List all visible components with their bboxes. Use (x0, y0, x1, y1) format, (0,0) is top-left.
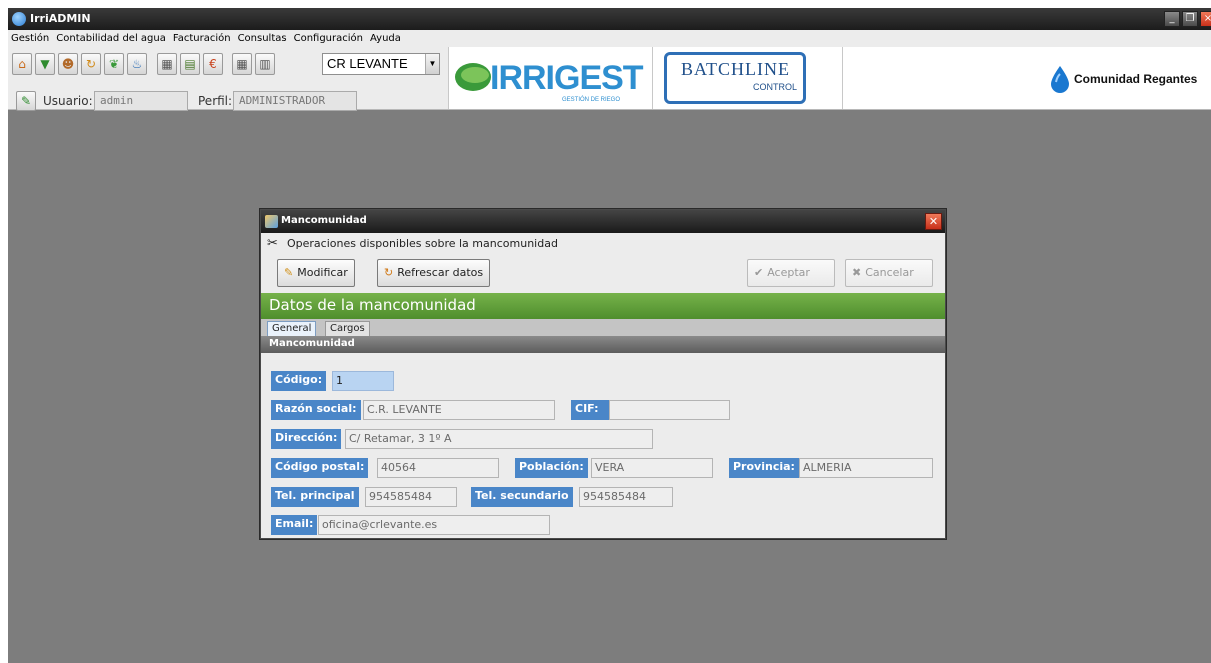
close-dialog-button[interactable]: ✕ (925, 213, 942, 230)
report-icon[interactable]: ▥ (255, 53, 275, 75)
water-drop-icon (1051, 66, 1069, 93)
refresh-button[interactable]: ↻ Refrescar datos (377, 259, 491, 287)
app-window: IrriADMIN _ ❐ × Gestión Contabilidad del… (8, 8, 1211, 663)
user-icon: ✎ (16, 91, 36, 111)
menu-bar: Gestión Contabilidad del agua Facturació… (8, 30, 1211, 47)
cancel-icon: ✖ (852, 266, 862, 279)
direccion-label: Dirección: (271, 429, 342, 449)
batchline-logo-subtitle: CONTROL (753, 82, 798, 92)
chevron-down-icon[interactable]: ▼ (425, 54, 439, 74)
operations-label-text: Operaciones disponibles sobre la mancomu… (287, 237, 558, 250)
document-icon[interactable]: ▤ (180, 53, 200, 75)
operations-label: ✂ Operaciones disponibles sobre la mancom… (267, 236, 558, 251)
profile-label: Perfil: (198, 94, 233, 108)
app-logo-icon (12, 12, 26, 26)
poblacion-field[interactable]: VERA (591, 458, 713, 478)
close-window-button[interactable]: × (1200, 11, 1211, 27)
provincia-label: Provincia: (729, 458, 799, 478)
tel-principal-field[interactable]: 954585484 (365, 487, 457, 507)
dialog-title: Mancomunidad (281, 215, 367, 226)
toolbar: ⌂ ▼ ☻ ↻ ❦ ♨ ▦ ▤ € ▦ ▥ CR LEVANTE ▼ ✎ Usu… (8, 47, 1211, 111)
minimize-button[interactable]: _ (1164, 11, 1180, 27)
menu-ayuda[interactable]: Ayuda (370, 33, 401, 44)
restore-button[interactable]: ❐ (1182, 11, 1198, 27)
irrigest-logo-subtitle: GESTIÓN DE RIEGO (562, 97, 621, 103)
irrigest-logo-text: IRRIGEST (490, 59, 644, 97)
menu-consultas[interactable]: Consultas (238, 33, 287, 44)
user-field: admin (94, 91, 188, 111)
codigo-postal-label: Código postal: (271, 458, 369, 478)
cancel-button[interactable]: ✖ Cancelar (845, 259, 933, 287)
tools-icon: ✂ (267, 236, 278, 251)
home-icon[interactable]: ⌂ (12, 53, 32, 75)
title-bar: IrriADMIN _ ❐ × (8, 8, 1211, 30)
menu-facturacion[interactable]: Facturación (173, 33, 231, 44)
poblacion-label: Población: (515, 458, 588, 478)
tab-general[interactable]: General (267, 321, 317, 336)
razon-social-field[interactable]: C.R. LEVANTE (363, 400, 555, 420)
batchline-logo-box: BATCHLINE CONTROL (664, 52, 806, 104)
razon-social-label: Razón social: (271, 400, 361, 420)
tab-cargos[interactable]: Cargos (325, 321, 370, 336)
tel-secundario-field[interactable]: 954585484 (579, 487, 673, 507)
codigo-label: Código: (271, 371, 327, 391)
section-title: Datos de la mancomunidad (261, 293, 945, 319)
provincia-field[interactable]: ALMERIA (799, 458, 933, 478)
user-label: Usuario: (43, 94, 93, 108)
calculator-2-icon[interactable]: ▦ (232, 53, 252, 75)
comunidad-logo-text: Comunidad Regantes (1074, 72, 1198, 86)
refresh-button-label: Refrescar datos (397, 266, 484, 279)
email-label: Email: (271, 515, 318, 535)
dialog-title-bar: Mancomunidad ✕ (261, 210, 945, 233)
arrow-down-icon[interactable]: ▼ (35, 53, 55, 75)
refresh-icon[interactable]: ↻ (81, 53, 101, 75)
mancomunidad-dialog: Mancomunidad ✕ ✂ Operaciones disponibles … (260, 209, 946, 539)
plant-icon[interactable]: ❦ (104, 53, 124, 75)
community-select[interactable]: CR LEVANTE ▼ (322, 53, 440, 75)
cancel-button-label: Cancelar (865, 266, 914, 279)
calculator-icon[interactable]: ▦ (157, 53, 177, 75)
community-select-value: CR LEVANTE (327, 56, 408, 71)
codigo-postal-field[interactable]: 40564 (377, 458, 499, 478)
modify-button[interactable]: ✎ Modificar (277, 259, 355, 287)
menu-gestion[interactable]: Gestión (11, 33, 49, 44)
checkmark-icon: ✔ (754, 266, 764, 279)
modify-button-label: Modificar (297, 266, 348, 279)
codigo-field[interactable]: 1 (332, 371, 394, 391)
menu-contabilidad[interactable]: Contabilidad del agua (56, 33, 166, 44)
menu-configuracion[interactable]: Configuración (294, 33, 363, 44)
euro-icon[interactable]: € (203, 53, 223, 75)
mancomunidad-icon (265, 215, 278, 228)
edit-icon: ✎ (284, 266, 294, 279)
cif-label: CIF: (571, 400, 609, 420)
irrigest-leaf-icon (455, 63, 491, 91)
accept-button-label: Aceptar (767, 266, 810, 279)
window-title: IrriADMIN (30, 12, 91, 25)
tab-bar: General Cargos (261, 319, 945, 336)
cif-field[interactable] (609, 400, 730, 420)
refresh-icon: ↻ (384, 266, 394, 279)
direccion-field[interactable]: C/ Retamar, 3 1º A (345, 429, 653, 449)
batchline-logo-text: BATCHLINE (681, 59, 790, 79)
tel-secundario-label: Tel. secundario (471, 487, 573, 507)
tel-principal-label: Tel. principal (271, 487, 359, 507)
email-field[interactable]: oficina@crlevante.es (318, 515, 550, 535)
profile-field: ADMINISTRADOR (233, 91, 357, 111)
accept-button[interactable]: ✔ Aceptar (747, 259, 835, 287)
water-tap-icon[interactable]: ♨ (127, 53, 147, 75)
subsection-header: Mancomunidad (261, 336, 945, 353)
person-icon[interactable]: ☻ (58, 53, 78, 75)
